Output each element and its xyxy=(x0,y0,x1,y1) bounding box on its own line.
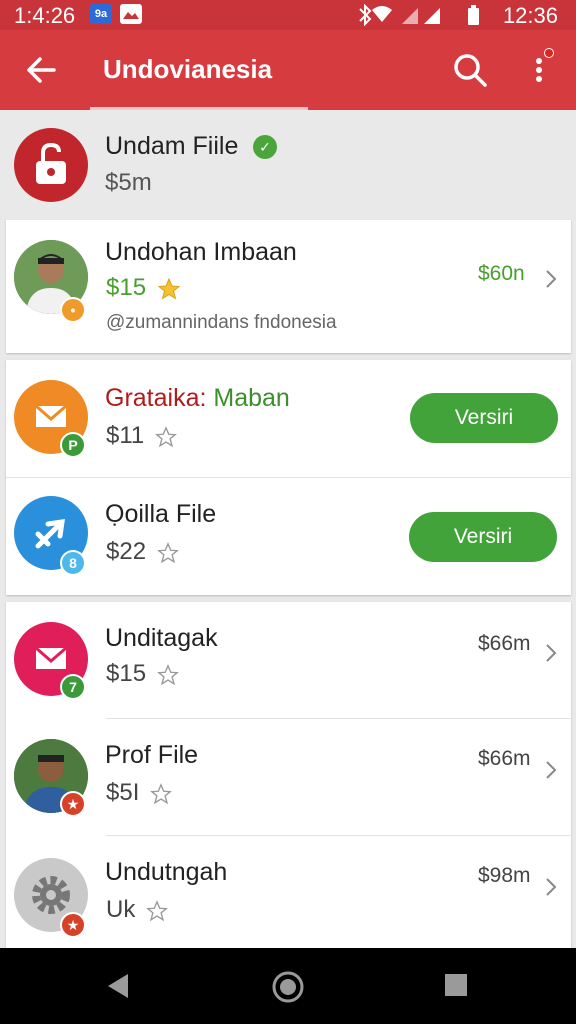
bluetooth-icon xyxy=(359,4,372,26)
item-price: $5m xyxy=(105,169,152,196)
list-item[interactable]: ★ Undutngah Uk $98m xyxy=(6,836,571,950)
tab-indicator xyxy=(90,107,308,110)
list-card: P Grataika: Maban $11 Versiri 8 Ọoilla F… xyxy=(6,360,571,595)
item-price: $22 xyxy=(106,538,179,566)
status-icons xyxy=(359,4,479,26)
item-name: Undam Fiile xyxy=(105,132,239,160)
status-time: 1:4:26 xyxy=(14,3,76,28)
notification-dot xyxy=(544,48,554,58)
item-name: Undutngah xyxy=(105,858,228,886)
wifi-icon xyxy=(372,6,392,22)
list-item[interactable]: Undam Fiile ✓ $5m xyxy=(0,112,576,218)
version-button[interactable]: Versiri xyxy=(409,512,557,562)
list-card: • Undohan Imbaan $15 @zumannindans fndon… xyxy=(6,220,571,353)
item-right-price: $66m xyxy=(478,747,531,770)
search-icon[interactable] xyxy=(450,50,490,90)
nav-recents-icon[interactable] xyxy=(444,973,468,997)
avatar-badge: 8 xyxy=(60,550,86,576)
chevron-right-icon xyxy=(546,761,557,779)
item-right-price: $98m xyxy=(478,864,531,887)
item-right-price: $60n xyxy=(478,262,525,285)
version-button[interactable]: Versiri xyxy=(410,393,558,443)
status-clock: 12:36 xyxy=(502,3,558,28)
avatar-badge: P xyxy=(60,432,86,458)
list-item[interactable]: P Grataika: Maban $11 Versiri xyxy=(6,360,571,477)
item-handle: @zumannindans fndonesia xyxy=(106,312,337,333)
list-item[interactable]: 7 Unditagak $15 $66m xyxy=(6,602,571,718)
unlock-icon xyxy=(36,142,66,184)
chevron-right-icon xyxy=(546,878,557,896)
item-price: $11 xyxy=(106,422,177,450)
item-price: Uk xyxy=(106,896,168,924)
nav-home-icon[interactable] xyxy=(271,970,305,1004)
item-price: $15 xyxy=(106,660,179,688)
avatar-badge: 7 xyxy=(60,674,86,700)
avatar xyxy=(14,128,88,202)
list-card: 7 Unditagak $15 $66m ★ Prof File $5I $66… xyxy=(6,602,571,950)
star-outline-icon xyxy=(156,663,179,685)
list-item[interactable]: ★ Prof File $5I $66m xyxy=(6,719,571,835)
star-outline-icon xyxy=(156,541,179,563)
gallery-notification-icon xyxy=(120,4,142,24)
item-name: Ọoilla File xyxy=(105,500,217,528)
verified-check-icon: ✓ xyxy=(253,135,277,159)
star-outline-icon xyxy=(150,782,172,804)
status-badge: ★ xyxy=(60,912,86,938)
item-right-price: $66m xyxy=(478,632,531,655)
item-price: $5I xyxy=(106,779,172,807)
item-name: Undohan Imbaan xyxy=(105,238,297,266)
status-badge: ★ xyxy=(60,791,86,817)
list-item[interactable]: • Undohan Imbaan $15 @zumannindans fndon… xyxy=(6,220,571,353)
status-bar: 1:4:26 9a 12:36 xyxy=(0,0,576,30)
item-price: $15 xyxy=(106,274,181,302)
star-outline-icon xyxy=(146,899,168,921)
star-icon xyxy=(157,277,181,300)
notification-icon: 9a xyxy=(90,4,112,24)
battery-icon xyxy=(468,5,479,25)
chevron-right-icon xyxy=(546,270,557,288)
signal-icon xyxy=(402,8,440,24)
item-name: Prof File xyxy=(105,741,199,769)
back-arrow-icon[interactable] xyxy=(22,50,62,90)
status-badge: • xyxy=(60,297,86,323)
nav-back-icon[interactable] xyxy=(104,972,132,1000)
item-name: Unditagak xyxy=(105,624,218,652)
app-bar: Undovianesia xyxy=(0,30,576,110)
chevron-right-icon xyxy=(546,644,557,662)
list-item[interactable]: 8 Ọoilla File $22 Versiri xyxy=(6,478,571,595)
system-nav-bar xyxy=(0,948,576,1024)
star-outline-icon xyxy=(154,425,177,447)
page-title: Undovianesia xyxy=(103,54,273,84)
item-name: Grataika: Maban xyxy=(105,384,290,412)
